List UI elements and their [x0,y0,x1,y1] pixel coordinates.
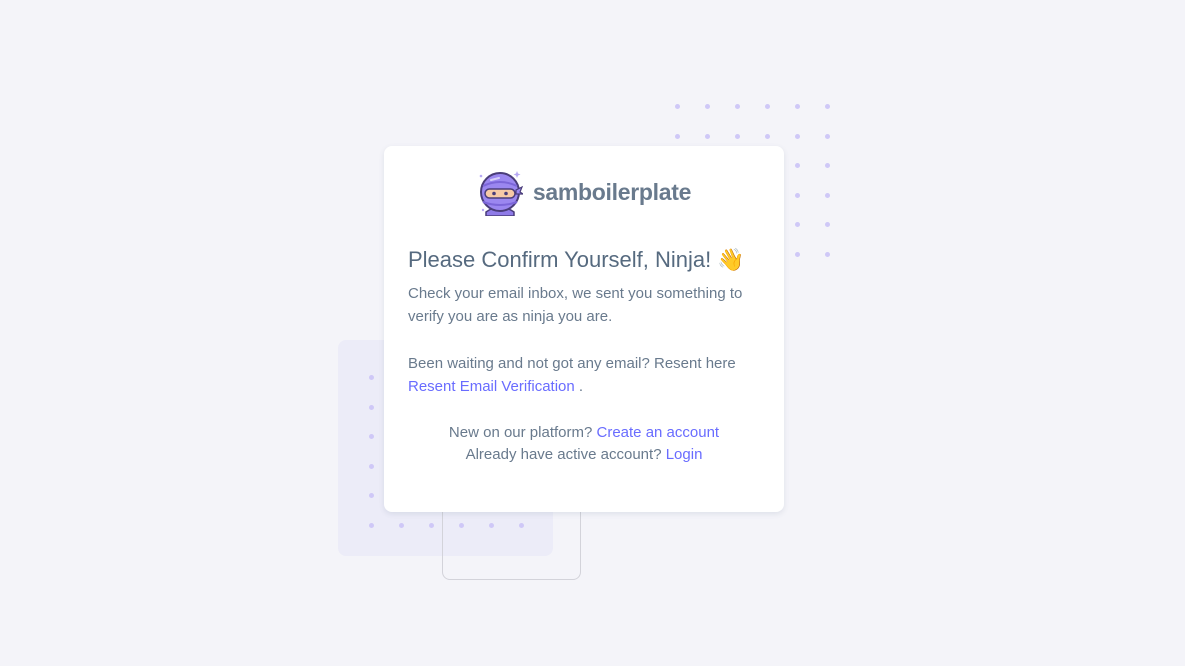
dot [369,375,374,380]
dot [735,133,740,139]
dot [369,434,374,440]
instruction-message: Check your email inbox, we sent you some… [408,285,743,325]
dot [765,104,770,109]
dot [369,493,374,499]
resend-paragraph: Been waiting and not got any email? Rese… [408,352,760,398]
dot [369,404,374,410]
waving-hand-icon: 👋 [717,247,745,272]
login-prompt: Already have active account? [465,446,662,463]
dot [825,163,830,168]
dot [825,222,830,227]
verify-email-card: samboilerplate Please Confirm Yourself, … [384,146,784,512]
brand[interactable]: samboilerplate [408,168,760,216]
resend-verification-link[interactable]: Resent Email Verification [408,378,575,395]
dot [795,104,800,109]
dot [795,222,800,227]
page: samboilerplate Please Confirm Yourself, … [0,0,1185,666]
brand-name: samboilerplate [532,178,692,205]
login-row: Already have active account? Login [408,444,760,466]
dot [369,463,374,469]
dot [795,251,800,257]
dot [795,163,800,168]
dot [795,133,800,139]
new-account-row: New on our platform? Create an account [408,422,760,444]
dot [369,522,374,528]
create-account-link[interactable]: Create an account [597,424,720,441]
dot [675,133,680,139]
dot [735,104,740,109]
dot [825,133,830,139]
dot [705,133,710,139]
dot [825,251,830,257]
dot [675,104,680,109]
resend-suffix: . [574,378,584,395]
dot [429,522,434,528]
new-account-prompt: New on our platform? [448,424,593,441]
dot [825,192,830,198]
dot [399,522,404,528]
dot [825,104,830,109]
dot [765,133,770,139]
dot [795,192,800,198]
account-links: New on our platform? Create an account A… [408,422,760,466]
title-text: Please Confirm Yourself, Ninja! [408,247,712,272]
ninja-mascot-icon [479,171,523,216]
dot [705,104,710,109]
resend-prompt: Been waiting and not got any email? Rese… [408,355,736,372]
page-title: Please Confirm Yourself, Ninja! 👋 [408,246,760,274]
login-link[interactable]: Login [666,446,703,463]
